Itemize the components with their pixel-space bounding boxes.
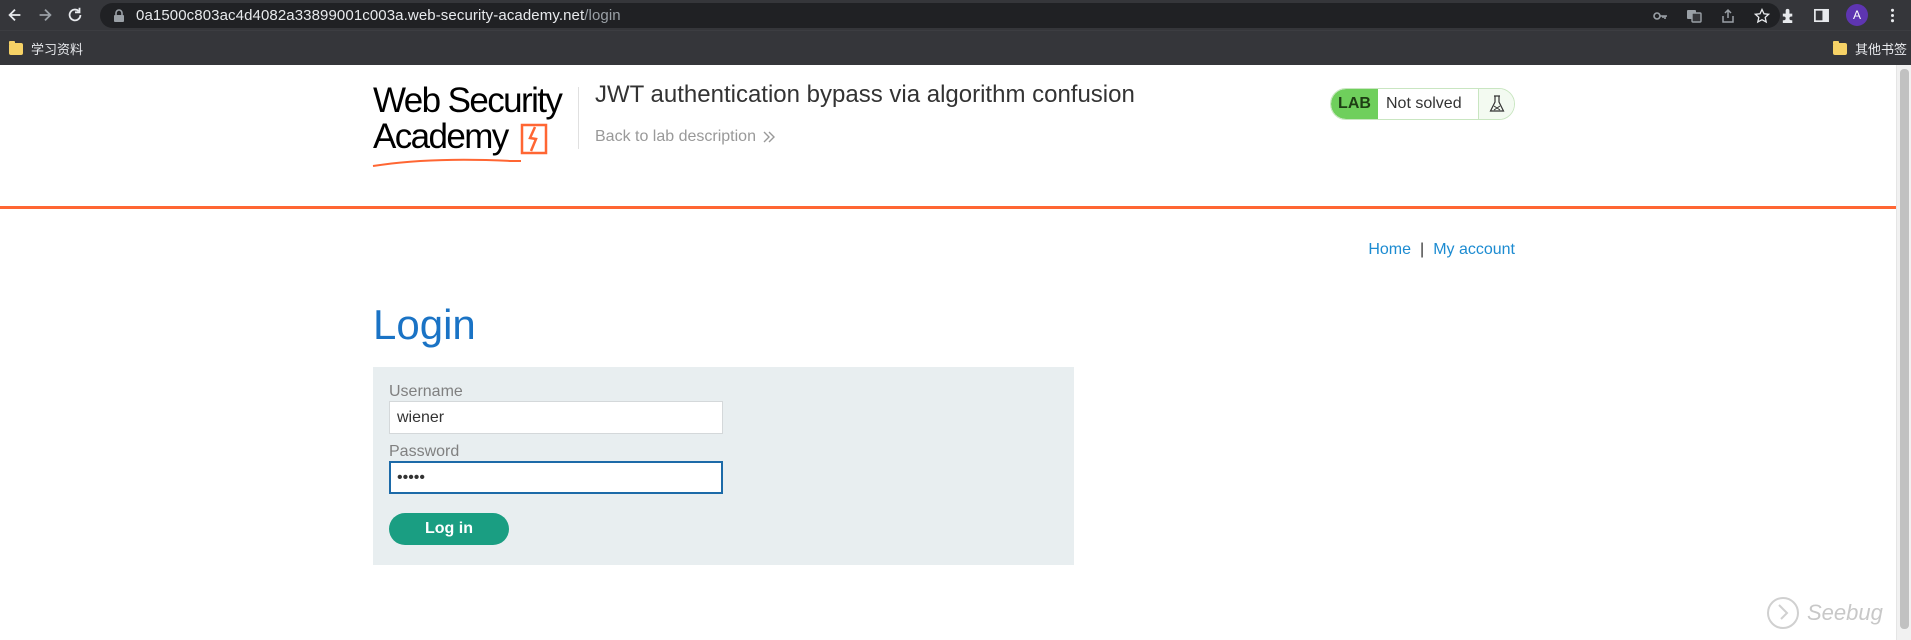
flask-icon xyxy=(1489,95,1504,112)
password-value: ••••• xyxy=(397,468,426,486)
translate-icon[interactable] xyxy=(1686,8,1702,24)
bookmark-label: 其他书签 xyxy=(1855,42,1908,57)
web-page: Web Security Academy JWT authentication … xyxy=(0,65,1896,640)
logo-line1: Web Security xyxy=(373,81,563,120)
logo-bolt-icon xyxy=(520,123,548,155)
bookmarks-bar: 学习资料 其他书签 xyxy=(0,30,1911,65)
forward-button[interactable] xyxy=(30,0,60,30)
back-button[interactable] xyxy=(0,0,30,30)
password-label: Password xyxy=(389,443,460,460)
academy-logo[interactable]: Web Security Academy xyxy=(372,81,573,175)
reload-button[interactable] xyxy=(60,0,90,30)
browser-right-tools: A xyxy=(1780,0,1901,30)
nav-my-account-link[interactable]: My account xyxy=(1433,241,1515,259)
seebug-watermark: Seebug xyxy=(1765,595,1883,631)
url-host: 0a1500c803ac4d4082a33899001c003a.web-sec… xyxy=(136,7,585,24)
folder-icon xyxy=(1833,40,1847,55)
password-input[interactable]: ••••• xyxy=(389,461,723,494)
url-text[interactable]: 0a1500c803ac4d4082a33899001c003a.web-sec… xyxy=(136,7,621,24)
lock-icon[interactable] xyxy=(112,8,126,23)
forward-icon xyxy=(39,8,52,22)
top-navigation: Home | My account xyxy=(1368,241,1515,259)
lab-status-text: Not solved xyxy=(1386,95,1462,112)
lab-header: Web Security Academy JWT authentication … xyxy=(0,65,1896,209)
lab-tag: LAB xyxy=(1331,89,1378,119)
extensions-icon[interactable] xyxy=(1780,7,1797,24)
url-path: /login xyxy=(584,7,621,24)
username-value: wiener xyxy=(397,408,445,426)
scrollbar-thumb[interactable] xyxy=(1900,69,1909,629)
username-input[interactable]: wiener xyxy=(389,401,723,434)
watermark-text: Seebug xyxy=(1807,600,1883,625)
nav-separator: | xyxy=(1420,241,1425,258)
lab-title: JWT authentication bypass via algorithm … xyxy=(595,81,1135,108)
bookmark-label: 学习资料 xyxy=(31,42,84,57)
page-scrollbar[interactable] xyxy=(1896,65,1911,640)
nav-home-link[interactable]: Home xyxy=(1368,241,1411,259)
sidebar-icon[interactable] xyxy=(1813,7,1830,24)
header-divider xyxy=(578,87,579,149)
menu-icon[interactable] xyxy=(1884,7,1901,24)
back-to-description-link[interactable]: Back to lab description xyxy=(595,128,776,146)
star-icon[interactable] xyxy=(1754,7,1770,24)
seebug-logo-icon xyxy=(1767,597,1799,629)
address-bar[interactable]: 0a1500c803ac4d4082a33899001c003a.web-sec… xyxy=(100,3,1780,28)
page-title: Login xyxy=(373,301,476,348)
share-icon[interactable] xyxy=(1720,8,1736,24)
address-bar-actions xyxy=(1652,3,1770,28)
key-icon[interactable] xyxy=(1652,8,1668,24)
login-button[interactable]: Log in xyxy=(389,513,509,545)
double-chevron-right-icon xyxy=(763,131,775,143)
folder-icon xyxy=(9,40,23,55)
bookmark-folder-study[interactable]: 学习资料 xyxy=(9,39,83,58)
username-label: Username xyxy=(389,383,463,400)
lab-status-widget: LAB Not solved xyxy=(1330,88,1515,120)
flask-icon-box[interactable] xyxy=(1478,89,1514,119)
reload-icon xyxy=(68,7,82,22)
profile-avatar[interactable]: A xyxy=(1846,4,1868,26)
login-form: Username wiener Password ••••• Log in xyxy=(373,367,1074,565)
logo-swoosh-icon xyxy=(372,158,521,167)
back-link-label: Back to lab description xyxy=(595,128,756,145)
back-icon xyxy=(8,8,21,22)
bookmark-folder-other[interactable]: 其他书签 xyxy=(1833,39,1907,58)
